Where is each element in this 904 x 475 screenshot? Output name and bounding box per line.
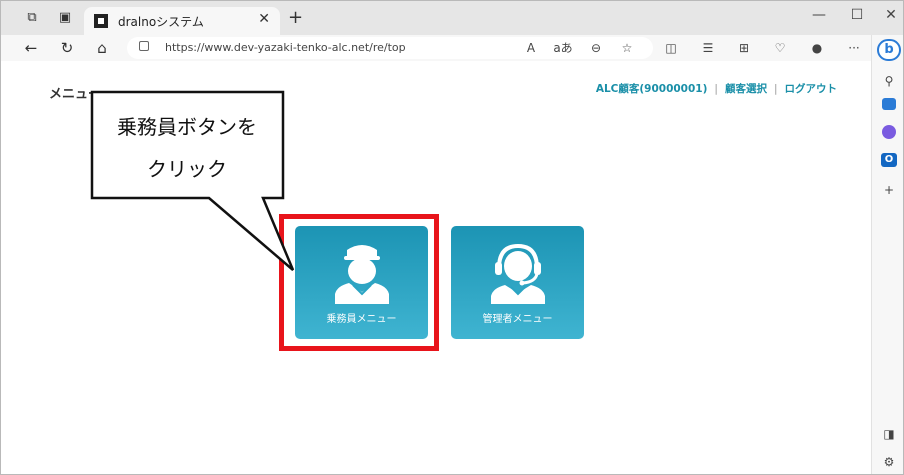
url-text: https://www.dev-yazaki-tenko-alc.net/re/… <box>165 41 406 54</box>
hide-sidebar-icon[interactable]: ◨ <box>879 424 899 444</box>
tab-actions-icon[interactable]: ▣ <box>56 9 74 27</box>
split-screen-icon[interactable]: ◫ <box>661 38 681 58</box>
page-content: メニュー ALC顧客(90000001) | 顧客選択 | ログアウト 乗務員メニュー <box>1 61 871 474</box>
lock-icon <box>139 41 149 51</box>
address-bar-row: ← ↻ ⌂ https://www.dev-yazaki-tenko-alc.n… <box>1 35 903 61</box>
callout-line-2: クリック <box>147 157 227 181</box>
site-favicon-icon <box>94 14 108 28</box>
edge-sidebar: b ⚲ O + ◨ ⚙ <box>871 35 903 474</box>
zoom-icon[interactable]: ⊖ <box>586 38 606 58</box>
search-icon[interactable]: ⚲ <box>879 71 899 91</box>
new-tab-button[interactable]: + <box>288 7 303 28</box>
outlook-icon[interactable]: O <box>881 153 897 167</box>
translate-icon[interactable]: aあ <box>553 38 573 58</box>
collections-icon[interactable]: ⊞ <box>734 38 754 58</box>
browser-window: ⧉ ▣ dralnoシステム ✕ + — ☐ ✕ ← ↻ ⌂ https://w… <box>0 0 904 475</box>
maximize-button[interactable]: ☐ <box>847 7 867 23</box>
workspaces-icon[interactable]: ⧉ <box>23 9 41 27</box>
back-arrow-icon[interactable]: ← <box>21 38 41 58</box>
browser-essentials-icon[interactable]: ♡ <box>770 38 790 58</box>
refresh-icon[interactable]: ↻ <box>57 38 77 58</box>
games-icon[interactable] <box>882 125 896 139</box>
favorite-star-icon[interactable]: ☆ <box>617 38 637 58</box>
add-sidebar-app-icon[interactable]: + <box>879 180 899 200</box>
tab-strip: ⧉ ▣ dralnoシステム ✕ + — ☐ ✕ <box>1 1 903 35</box>
shopping-tag-icon[interactable] <box>882 98 896 110</box>
callout-line-1: 乗務員ボタンを <box>117 115 257 139</box>
home-icon[interactable]: ⌂ <box>92 38 112 58</box>
active-tab[interactable]: dralnoシステム ✕ <box>84 7 280 35</box>
minimize-button[interactable]: — <box>809 7 829 23</box>
address-bar[interactable]: https://www.dev-yazaki-tenko-alc.net/re/… <box>127 37 653 59</box>
favorites-list-icon[interactable]: ☰ <box>698 38 718 58</box>
bing-copilot-icon[interactable]: b <box>877 39 901 61</box>
settings-gear-icon[interactable]: ⚙ <box>879 452 899 472</box>
profile-avatar-icon[interactable]: ● <box>807 38 827 58</box>
tab-title: dralnoシステム <box>118 15 204 29</box>
close-window-button[interactable]: ✕ <box>881 7 901 23</box>
tab-close-icon[interactable]: ✕ <box>258 11 270 27</box>
read-aloud-icon[interactable]: A <box>521 38 541 58</box>
more-menu-icon[interactable]: ··· <box>844 38 864 58</box>
